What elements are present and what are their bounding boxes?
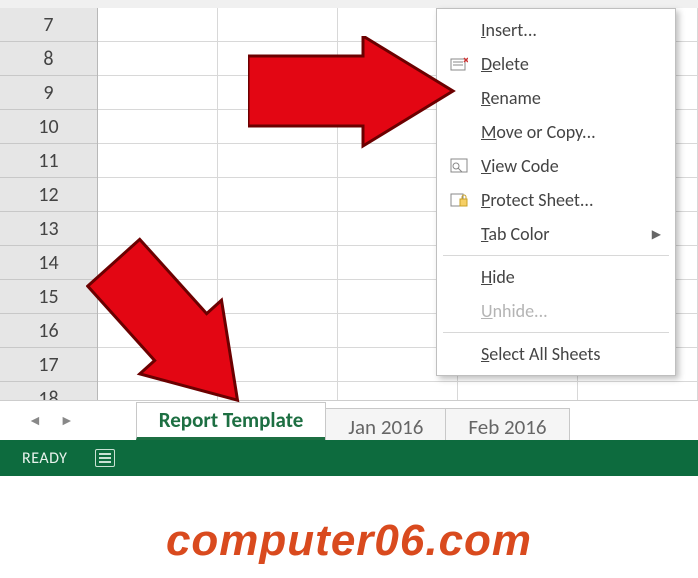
menu-item-move-or-copy[interactable]: Move or Copy... <box>437 115 675 149</box>
sheet-tabs: Report Template Jan 2016 Feb 2016 <box>136 401 569 440</box>
menu-separator <box>443 332 669 333</box>
delete-cells-icon <box>445 56 473 72</box>
protect-sheet-icon <box>445 192 473 208</box>
column-header-strip <box>0 0 698 8</box>
menu-item-label: Rename <box>481 87 661 109</box>
menu-item-label: View Code <box>481 155 661 177</box>
menu-item-select-all-sheets[interactable]: Select All Sheets <box>437 337 675 371</box>
sheet-tab-label: Feb 2016 <box>468 414 546 440</box>
menu-item-label: Delete <box>481 53 661 75</box>
sheet-tab-feb-2016[interactable]: Feb 2016 <box>445 408 569 444</box>
menu-separator <box>443 255 669 256</box>
status-text: READY <box>22 449 67 468</box>
row-header[interactable]: 14 <box>0 246 97 280</box>
row-header[interactable]: 7 <box>0 8 97 42</box>
row-header[interactable]: 11 <box>0 144 97 178</box>
menu-item-tab-color[interactable]: Tab Color ▶ <box>437 217 675 251</box>
menu-item-protect-sheet[interactable]: Protect Sheet... <box>437 183 675 217</box>
menu-item-label: Select All Sheets <box>481 343 661 365</box>
menu-item-hide[interactable]: Hide <box>437 260 675 294</box>
menu-item-label: Unhide... <box>481 300 661 322</box>
row-header[interactable]: 17 <box>0 348 97 382</box>
menu-item-view-code[interactable]: View Code <box>437 149 675 183</box>
row-header[interactable]: 13 <box>0 212 97 246</box>
row-header[interactable]: 15 <box>0 280 97 314</box>
menu-item-label: Protect Sheet... <box>481 189 661 211</box>
view-code-icon <box>445 158 473 174</box>
tab-nav: ◄ ► <box>0 412 98 429</box>
watermark-text: computer06.com <box>0 516 698 566</box>
submenu-arrow-icon: ▶ <box>652 227 661 242</box>
sheet-tab-label: Report Template <box>159 407 304 433</box>
sheet-tab-jan-2016[interactable]: Jan 2016 <box>325 408 446 444</box>
menu-item-label: Hide <box>481 266 661 288</box>
tab-next-button[interactable]: ► <box>60 412 74 429</box>
macro-record-icon[interactable] <box>95 449 115 467</box>
sheet-tab-strip: ◄ ► Report Template Jan 2016 Feb 2016 <box>0 400 698 440</box>
menu-item-rename[interactable]: Rename <box>437 81 675 115</box>
row-headers: 7 8 9 10 11 12 13 14 15 16 17 18 <box>0 8 98 416</box>
menu-item-label: Tab Color <box>481 223 644 245</box>
menu-item-label: Insert... <box>481 19 661 41</box>
row-header[interactable]: 16 <box>0 314 97 348</box>
menu-item-label: Move or Copy... <box>481 121 661 143</box>
sheet-tab-context-menu: Insert... Delete Rename Move or Copy... … <box>436 8 676 376</box>
row-header[interactable]: 12 <box>0 178 97 212</box>
sheet-tab-label: Jan 2016 <box>348 414 423 440</box>
sheet-tab-report-template[interactable]: Report Template <box>136 402 327 440</box>
status-bar: READY <box>0 440 698 476</box>
row-header[interactable]: 9 <box>0 76 97 110</box>
row-header[interactable]: 10 <box>0 110 97 144</box>
menu-item-delete[interactable]: Delete <box>437 47 675 81</box>
menu-item-unhide: Unhide... <box>437 294 675 328</box>
menu-item-insert[interactable]: Insert... <box>437 13 675 47</box>
excel-window: 7 8 9 10 11 12 13 14 15 16 17 18 ◄ ► Rep <box>0 0 698 476</box>
row-header[interactable]: 8 <box>0 42 97 76</box>
tab-prev-button[interactable]: ◄ <box>28 412 42 429</box>
